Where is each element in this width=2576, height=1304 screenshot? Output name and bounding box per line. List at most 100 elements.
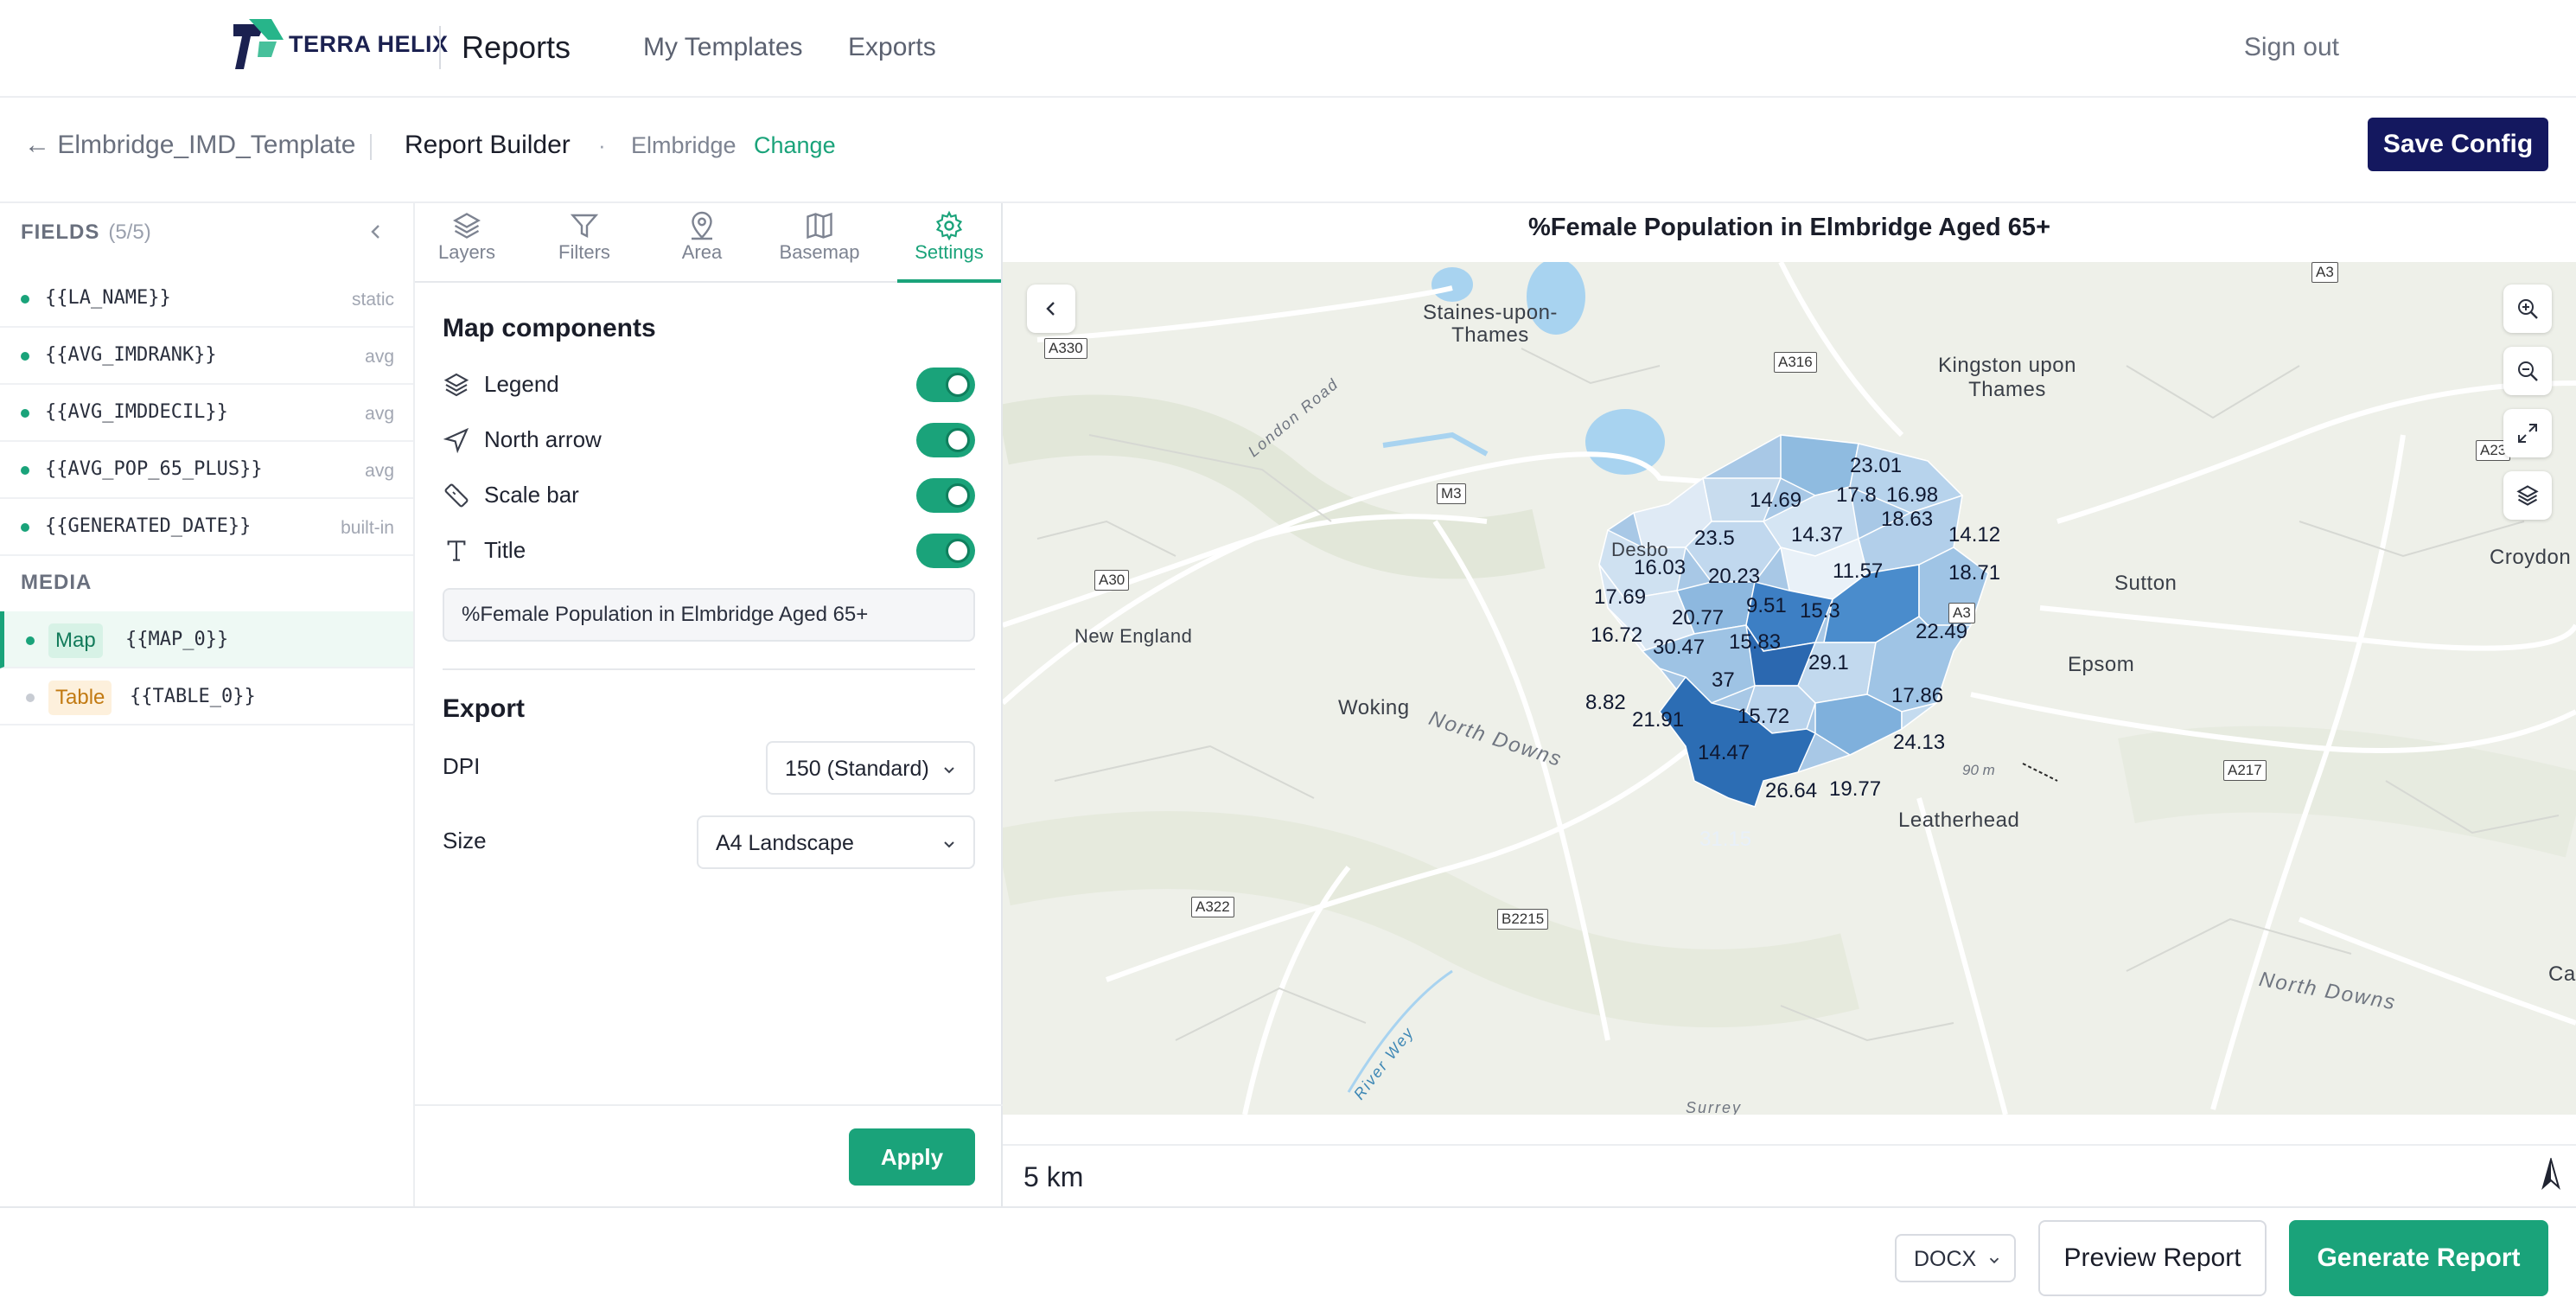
- place-name: Kingston upon Thames: [1938, 354, 2076, 401]
- field-name: {{GENERATED_DATE}}: [45, 515, 252, 537]
- terra-helix-logo[interactable]: TERRA HELIX: [233, 19, 448, 76]
- toggle-label: North arrow: [484, 426, 602, 452]
- zone-value-label: 14.47: [1698, 741, 1750, 764]
- road-shield: A217: [2223, 760, 2267, 781]
- media-badge-map: Map: [48, 623, 103, 658]
- map-title-input[interactable]: [443, 588, 975, 642]
- nav-link-exports[interactable]: Exports: [848, 33, 936, 62]
- zone-value-label: 30.47: [1653, 636, 1706, 659]
- size-label: Size: [443, 828, 487, 853]
- zone-value-label: 11.57: [1833, 559, 1884, 583]
- format-selected-value: DOCX: [1914, 1247, 1977, 1271]
- media-row-map[interactable]: Map {{MAP_0}}: [0, 611, 413, 668]
- tab-filters[interactable]: Filters: [532, 203, 636, 283]
- field-row-generated-date[interactable]: {{GENERATED_DATE}} built-in: [0, 499, 413, 556]
- map-back-button[interactable]: [1027, 284, 1075, 333]
- zone-value-label: 21.91: [1632, 708, 1685, 732]
- fields-header-label: FIELDS: [21, 221, 100, 244]
- field-status-dot: [21, 295, 29, 304]
- place-label: Croydon: [2490, 546, 2572, 569]
- zone-value-label: 18.71: [1948, 561, 2001, 585]
- tab-label: Area: [681, 241, 723, 263]
- zone-value-label: 24.13: [1893, 731, 1946, 754]
- settings-panel: Layers Filters Area Basemap Settings Map…: [415, 203, 1003, 1206]
- place-label: Surrey: [1686, 1099, 1743, 1115]
- place-label: Leatherhead: [1898, 809, 2020, 832]
- road-shield: A3: [2311, 262, 2338, 283]
- zone-value-label: 8.82: [1585, 691, 1626, 714]
- nav-divider: [439, 26, 441, 69]
- zoom-in-button[interactable]: [2503, 284, 2552, 333]
- field-row-avg-pop-65-plus[interactable]: {{AVG_POP_65_PLUS}} avg: [0, 442, 413, 499]
- layers-icon: [453, 213, 481, 239]
- fullscreen-button[interactable]: [2503, 409, 2552, 457]
- place-label: Epsom: [2068, 653, 2135, 676]
- size-selected-value: A4 Landscape: [716, 831, 854, 855]
- legend-toggle[interactable]: [916, 368, 975, 402]
- tab-settings[interactable]: Settings: [897, 203, 1001, 283]
- road-shield: A316: [1774, 352, 1817, 373]
- media-status-dot: [26, 636, 35, 645]
- media-header: MEDIA: [21, 571, 92, 594]
- field-row-avg-imdrank[interactable]: {{AVG_IMDRANK}} avg: [0, 328, 413, 385]
- chevron-down-icon: [944, 841, 954, 848]
- sign-out-link[interactable]: Sign out: [2244, 33, 2339, 62]
- zone-value-label: 16.72: [1591, 623, 1643, 647]
- place-label: Sutton: [2114, 572, 2177, 595]
- region-name: Elmbridge: [631, 132, 736, 158]
- chevron-down-icon: [1989, 1257, 1999, 1264]
- apply-button[interactable]: Apply: [849, 1128, 975, 1186]
- dpi-select[interactable]: 150 (Standard): [766, 741, 975, 795]
- fields-header: FIELDS (5/5): [21, 221, 151, 245]
- road-shield: B2215: [1497, 909, 1549, 930]
- toggle-knob: [946, 373, 970, 397]
- map-canvas[interactable]: Staines-upon- Thames Kingston upon Thame…: [1003, 262, 2576, 1115]
- zone-value-label: 37: [1712, 668, 1735, 692]
- scale-bar-toggle[interactable]: [916, 478, 975, 513]
- nav-link-my-templates[interactable]: My Templates: [643, 33, 803, 62]
- preview-report-button[interactable]: Preview Report: [2038, 1220, 2267, 1296]
- generate-report-button[interactable]: Generate Report: [2289, 1220, 2548, 1296]
- toggle-row-north-arrow: North arrow: [443, 416, 975, 464]
- field-row-la-name[interactable]: {{LA_NAME}} static: [0, 271, 413, 328]
- tab-label: Filters: [558, 241, 610, 263]
- tab-label: Basemap: [779, 241, 860, 263]
- layers-button[interactable]: [2503, 471, 2552, 520]
- back-to-template-link[interactable]: ← Elmbridge_IMD_Template: [24, 131, 355, 160]
- field-status-dot: [21, 352, 29, 361]
- media-placeholder: {{TABLE_0}}: [130, 686, 256, 707]
- collapse-panel-button[interactable]: [363, 219, 389, 245]
- zone-value-label: 22.49: [1916, 620, 1968, 643]
- zone-value-label: 20.77: [1672, 606, 1725, 630]
- media-row-table[interactable]: Table {{TABLE_0}}: [0, 668, 413, 726]
- breadcrumb-separator: ·: [598, 132, 606, 158]
- place-label: Cate: [2548, 962, 2576, 986]
- tab-area[interactable]: Area: [650, 203, 754, 283]
- toggle-row-scale-bar: Scale bar: [443, 471, 975, 520]
- save-config-button[interactable]: Save Config: [2368, 118, 2548, 171]
- size-select[interactable]: A4 Landscape: [697, 815, 975, 869]
- map-icon: [807, 212, 832, 240]
- zoom-out-button[interactable]: [2503, 347, 2552, 395]
- road-shield: A30: [1094, 570, 1130, 591]
- field-type: avg: [365, 461, 394, 481]
- map-components-heading: Map components: [443, 314, 656, 342]
- filter-icon: [570, 214, 599, 238]
- place-name: Staines-upon- Thames: [1423, 301, 1558, 347]
- north-arrow-toggle[interactable]: [916, 423, 975, 457]
- title-toggle[interactable]: [916, 534, 975, 568]
- layers-icon: [443, 373, 469, 397]
- toggle-label: Scale bar: [484, 482, 579, 508]
- format-select[interactable]: DOCX: [1895, 1234, 2016, 1282]
- breadcrumb-bar: ← Elmbridge_IMD_Template Report Builder …: [0, 98, 2576, 203]
- settings-tabs: Layers Filters Area Basemap Settings: [415, 203, 1003, 283]
- section-divider: [415, 1104, 1003, 1106]
- field-row-avg-imddecil[interactable]: {{AVG_IMDDECIL}} avg: [0, 385, 413, 442]
- tab-basemap[interactable]: Basemap: [768, 203, 871, 283]
- export-heading: Export: [443, 694, 526, 723]
- change-region-link[interactable]: Change: [754, 132, 836, 159]
- road-shield: A322: [1191, 897, 1234, 917]
- toggle-row-legend: Legend: [443, 361, 975, 409]
- tab-layers[interactable]: Layers: [415, 203, 519, 283]
- dpi-selected-value: 150 (Standard): [785, 757, 929, 781]
